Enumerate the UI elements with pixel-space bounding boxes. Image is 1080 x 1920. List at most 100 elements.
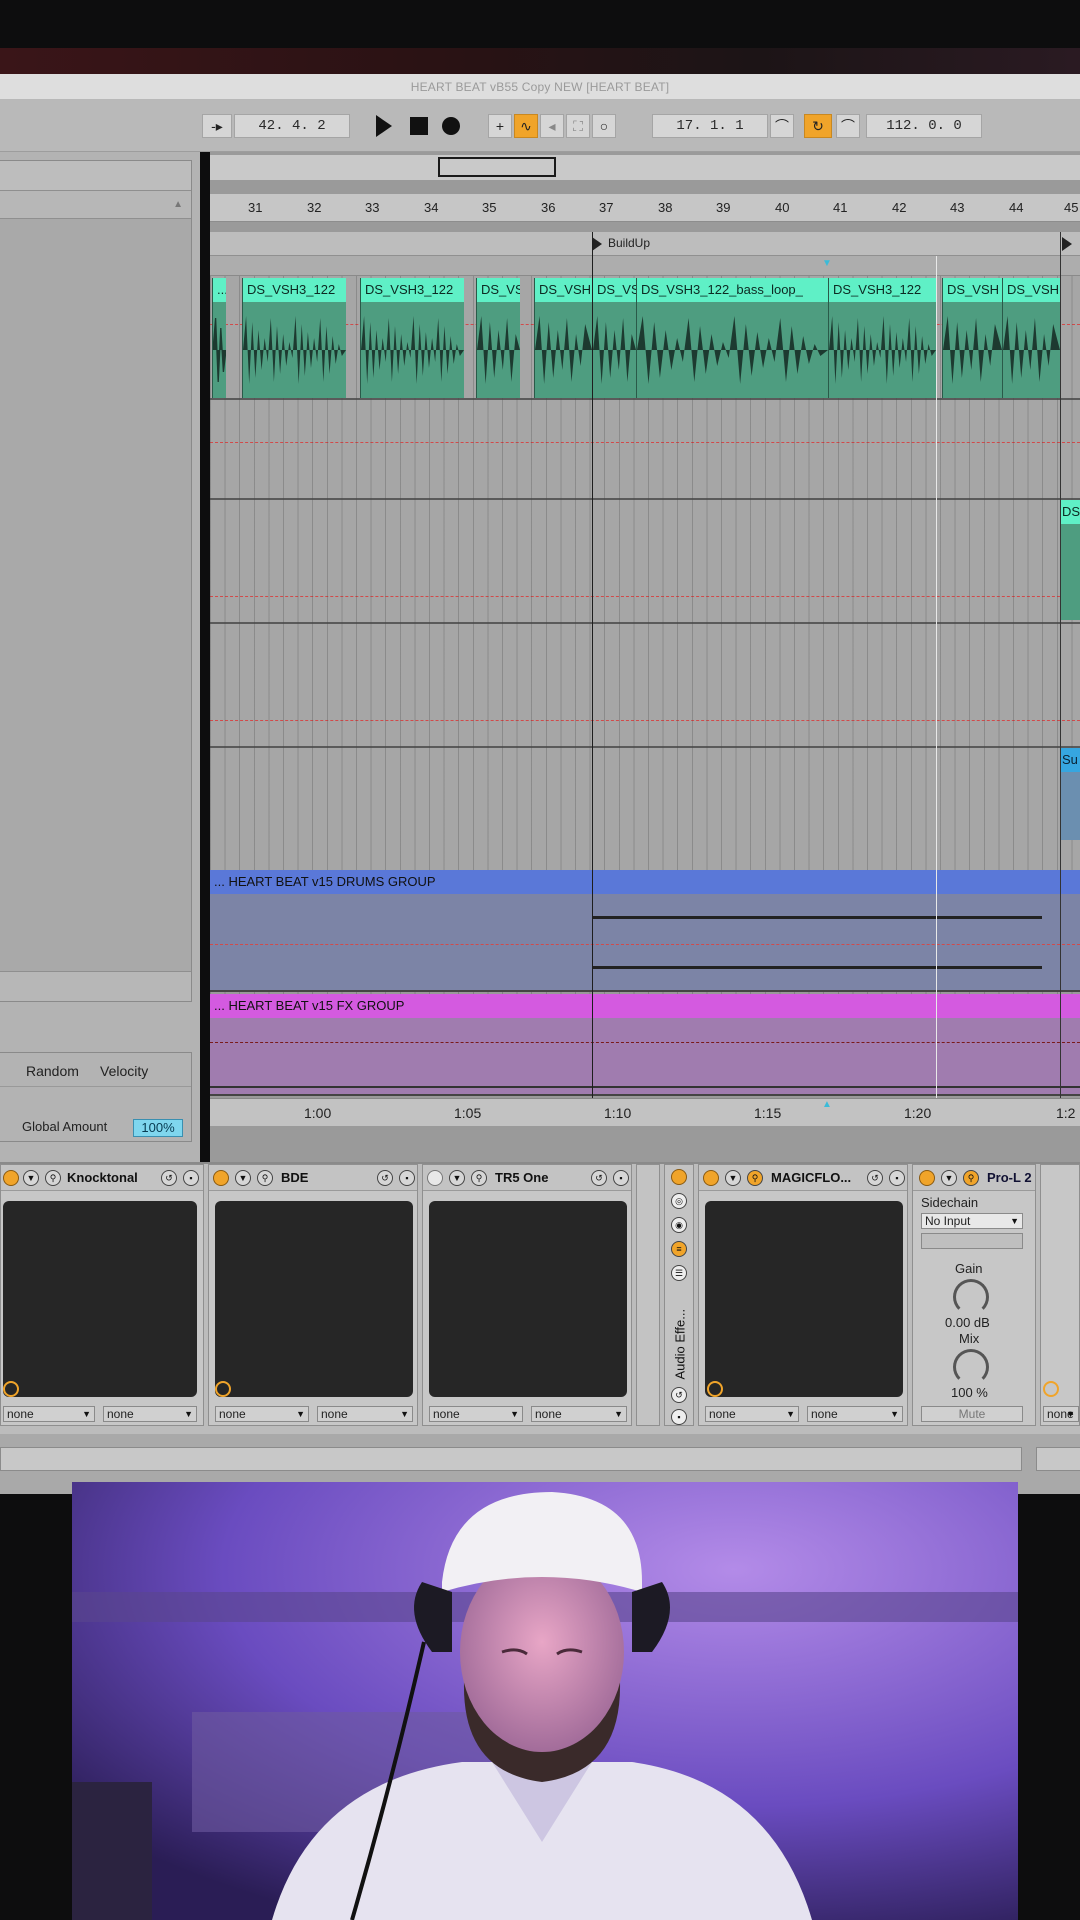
- fold-icon[interactable]: ▼: [941, 1170, 957, 1186]
- param-select[interactable]: none: [1043, 1406, 1079, 1422]
- session-record-icon[interactable]: ○: [592, 114, 616, 138]
- punch-in-icon[interactable]: ⌒: [770, 114, 794, 138]
- overview-strip[interactable]: [210, 155, 1080, 181]
- loop-brace-strip[interactable]: ▼: [210, 256, 1080, 276]
- rack-on-icon[interactable]: [671, 1169, 687, 1185]
- track-lane[interactable]: [210, 624, 1080, 748]
- arrangement-position[interactable]: 42. 4. 2: [234, 114, 350, 138]
- plugin-display[interactable]: [3, 1201, 197, 1397]
- fx-group-header[interactable]: ... HEART BEAT v15 FX GROUP: [210, 994, 1080, 1018]
- hotswap-icon[interactable]: ↺: [377, 1170, 393, 1186]
- device-knocktonal[interactable]: ▼ ⚲ Knocktonal ↺ ▪ none none: [0, 1164, 204, 1426]
- device-next[interactable]: none: [1040, 1164, 1080, 1426]
- param-select[interactable]: none: [807, 1406, 903, 1422]
- hotswap-icon[interactable]: ↺: [867, 1170, 883, 1186]
- sidechain-select[interactable]: No Input: [921, 1213, 1023, 1229]
- audio-clip[interactable]: DS_VSH3_122: [828, 278, 936, 398]
- camera-icon[interactable]: ◉: [671, 1217, 687, 1233]
- device-tr5-one[interactable]: ▼ ⚲ TR5 One ↺ ▪ none none: [422, 1164, 632, 1426]
- track-lane[interactable]: [210, 400, 1080, 500]
- param-select[interactable]: none: [3, 1406, 95, 1422]
- time-ruler[interactable]: 1:00 1:05 1:10 1:15 1:20 1:2 ▲: [210, 1098, 1080, 1126]
- audio-clip[interactable]: DS_VSH3_122: [360, 278, 464, 398]
- macro-ring-icon[interactable]: [215, 1381, 231, 1397]
- midi-clip[interactable]: Su: [1060, 748, 1080, 840]
- audio-clip[interactable]: DS_VSH: [534, 278, 592, 398]
- loop-start[interactable]: 17. 1. 1: [652, 114, 768, 138]
- wrench-icon[interactable]: ⚲: [45, 1170, 61, 1186]
- param-select[interactable]: none: [705, 1406, 799, 1422]
- device-scrollbar-right[interactable]: [1036, 1447, 1080, 1471]
- drums-group-lane[interactable]: [210, 894, 1080, 992]
- drums-group-header[interactable]: ... HEART BEAT v15 DRUMS GROUP: [210, 870, 1080, 894]
- sort-arrow-icon[interactable]: ▲: [173, 199, 183, 210]
- device-pro-l2[interactable]: ▼ ⚲ Pro-L 2 Sidechain No Input Gain 0.00…: [912, 1164, 1036, 1426]
- plugin-display[interactable]: [429, 1201, 627, 1397]
- loop-length[interactable]: 112. 0. 0: [866, 114, 982, 138]
- gain-knob[interactable]: [953, 1279, 989, 1315]
- locator-buildup[interactable]: BuildUp: [608, 236, 650, 250]
- loop-marker-icon[interactable]: ▲: [822, 1099, 832, 1110]
- mix-knob[interactable]: [953, 1349, 989, 1385]
- hotswap-icon[interactable]: ↺: [161, 1170, 177, 1186]
- back-to-arrangement-icon[interactable]: ◂: [540, 114, 564, 138]
- audio-clip[interactable]: ...: [212, 278, 226, 398]
- device-on-icon[interactable]: [703, 1170, 719, 1186]
- automation-arm-icon[interactable]: ∿: [514, 114, 538, 138]
- plugin-display[interactable]: [215, 1201, 413, 1397]
- macro-ring-icon[interactable]: [707, 1381, 723, 1397]
- macro-ring-icon[interactable]: [3, 1381, 19, 1397]
- device-scrollbar[interactable]: [0, 1447, 1022, 1471]
- device-bde[interactable]: ▼ ⚲ BDE ↺ ▪ none none: [208, 1164, 418, 1426]
- fx-group-lane[interactable]: [210, 1018, 1080, 1096]
- audio-clip[interactable]: DS_VSH: [1002, 278, 1060, 398]
- loop-marker-icon[interactable]: ▼: [822, 258, 832, 269]
- overview-window[interactable]: [438, 157, 556, 177]
- stop-button[interactable]: [410, 117, 428, 135]
- fold-icon[interactable]: ▼: [23, 1170, 39, 1186]
- save-preset-icon[interactable]: ▪: [889, 1170, 905, 1186]
- track-lane[interactable]: [210, 500, 1080, 624]
- record-button[interactable]: [442, 117, 460, 135]
- audio-clip[interactable]: DS_VS: [476, 278, 520, 398]
- wrench-icon[interactable]: ⚲: [963, 1170, 979, 1186]
- global-amount-field[interactable]: 100%: [133, 1119, 183, 1137]
- hotswap-icon[interactable]: ↺: [671, 1387, 687, 1403]
- locator-strip[interactable]: BuildUp: [210, 232, 1080, 256]
- playhead[interactable]: [592, 232, 593, 1098]
- wrench-icon[interactable]: ⚲: [471, 1170, 487, 1186]
- device-on-icon[interactable]: [919, 1170, 935, 1186]
- wrench-icon[interactable]: ⚲: [747, 1170, 763, 1186]
- fold-icon[interactable]: ▼: [449, 1170, 465, 1186]
- chain-list-icon[interactable]: ≡: [671, 1241, 687, 1257]
- device-on-icon[interactable]: [3, 1170, 19, 1186]
- beat-ruler[interactable]: 31 32 33 34 35 36 37 38 39 40 41 42 43 4…: [210, 194, 1080, 222]
- save-preset-icon[interactable]: ▪: [183, 1170, 199, 1186]
- hotswap-icon[interactable]: ↺: [591, 1170, 607, 1186]
- device-magicflo[interactable]: ▼ ⚲ MAGICFLO... ↺ ▪ none none: [698, 1164, 908, 1426]
- overdub-icon[interactable]: +: [488, 114, 512, 138]
- play-button[interactable]: [376, 115, 392, 137]
- param-select[interactable]: none: [429, 1406, 523, 1422]
- save-preset-icon[interactable]: ▪: [613, 1170, 629, 1186]
- macro-ring-icon[interactable]: [1043, 1381, 1059, 1397]
- device-on-icon[interactable]: [427, 1170, 443, 1186]
- locator-marker-icon[interactable]: [1062, 237, 1072, 251]
- save-preset-icon[interactable]: ▪: [671, 1409, 687, 1425]
- audio-effect-rack[interactable]: ◎ ◉ ≡ ☰ Audio Effe... ↺ ▪: [664, 1164, 694, 1426]
- browser-list[interactable]: ▲: [0, 160, 192, 1002]
- mute-button[interactable]: Mute: [921, 1406, 1023, 1422]
- fold-icon[interactable]: ▼: [235, 1170, 251, 1186]
- macro-icon[interactable]: ◎: [671, 1193, 687, 1209]
- audio-clip[interactable]: DS_VSH3_122: [242, 278, 346, 398]
- device-on-icon[interactable]: [213, 1170, 229, 1186]
- locator-marker-icon[interactable]: [592, 237, 602, 251]
- wrench-icon[interactable]: ⚲: [257, 1170, 273, 1186]
- plugin-display[interactable]: [705, 1201, 903, 1397]
- track-lane[interactable]: [210, 748, 1080, 872]
- param-select[interactable]: none: [317, 1406, 413, 1422]
- audio-clip[interactable]: DS_VSH3_122_bass_loop_: [636, 278, 828, 398]
- save-preset-icon[interactable]: ▪: [399, 1170, 415, 1186]
- browser-column-header[interactable]: [0, 191, 191, 219]
- loop-switch-icon[interactable]: ↻: [804, 114, 832, 138]
